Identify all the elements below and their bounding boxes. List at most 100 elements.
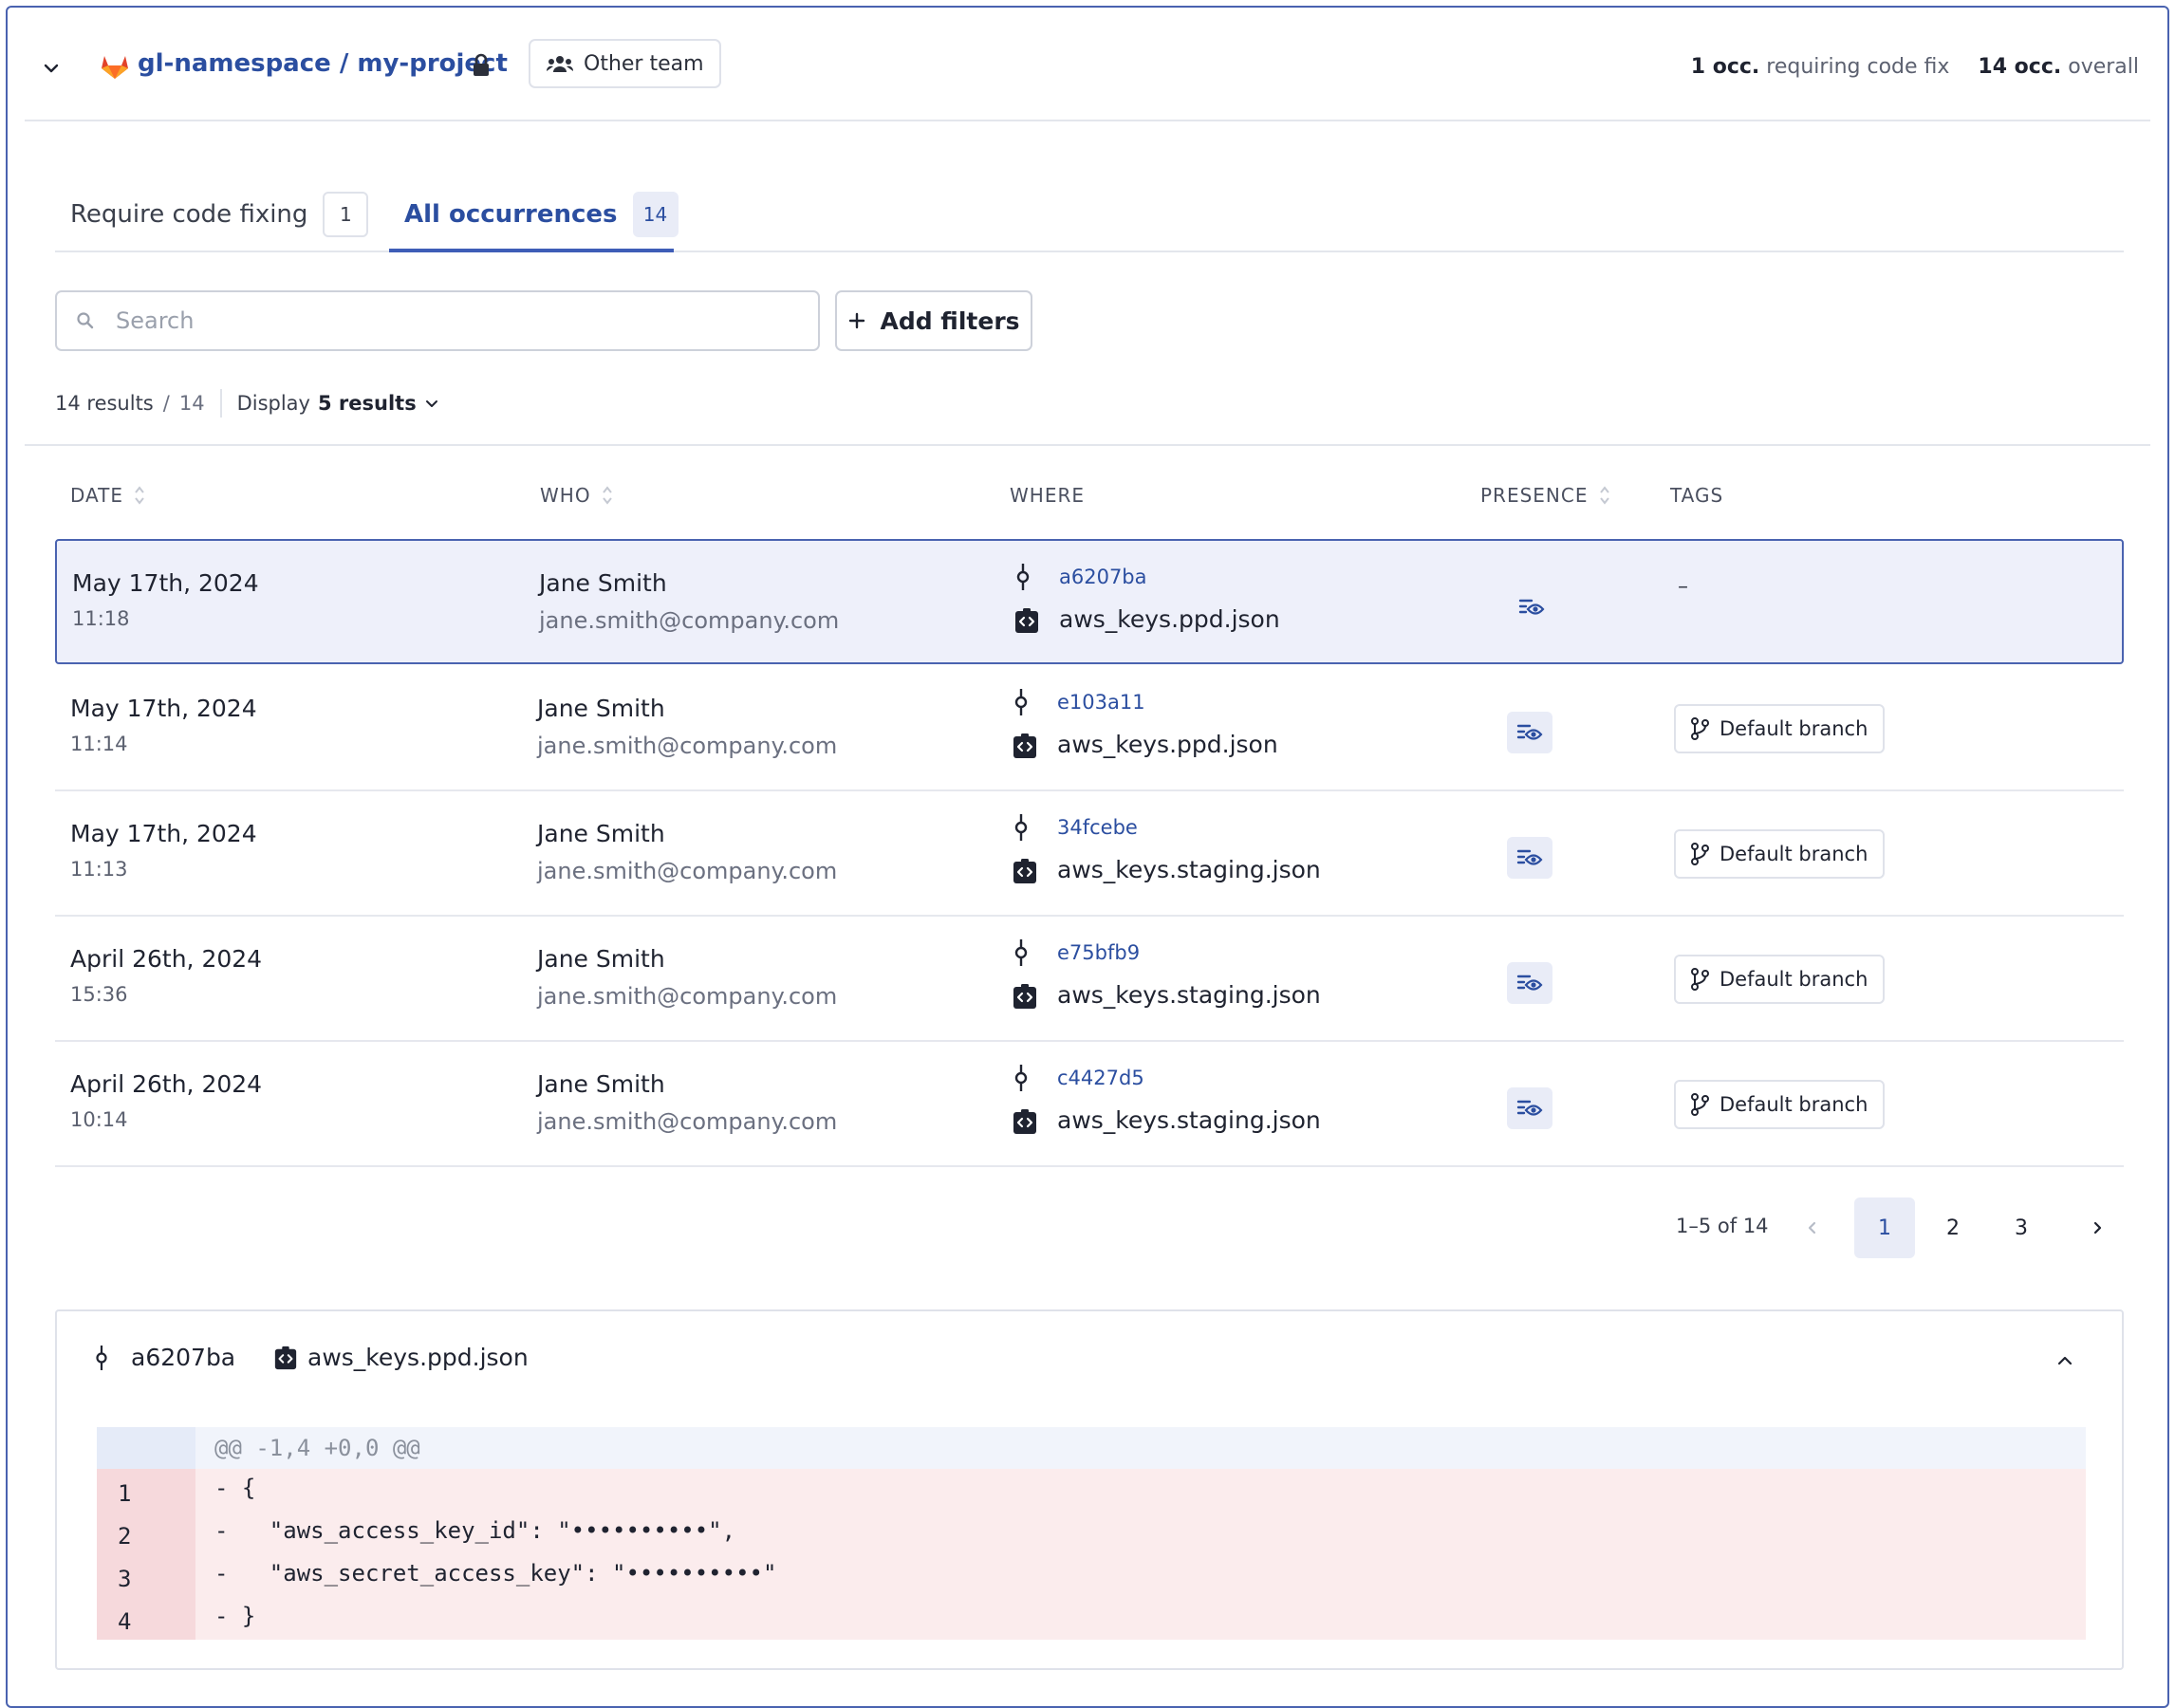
search-input[interactable] [116, 307, 761, 334]
occ-fix-count: 1 occ. [1690, 55, 1760, 79]
default-branch-tag[interactable]: Default branch [1674, 829, 1886, 879]
row-commit-link[interactable]: e103a11 [1057, 691, 1145, 714]
sort-icon[interactable] [1598, 484, 1611, 507]
sort-icon[interactable] [601, 484, 614, 507]
diff-removed-line: 2 - "aws_access_key_id": "••••••••••", [97, 1512, 2086, 1554]
row-author-name: Jane Smith [537, 695, 665, 722]
display-count-select[interactable]: Display 5 results [237, 392, 439, 415]
commit-icon [1013, 1065, 1029, 1091]
row-date: May 17th, 2024 [70, 695, 257, 722]
presence-eye-icon[interactable] [1507, 712, 1552, 753]
team-icon [546, 54, 574, 73]
column-header-date[interactable]: DATE [70, 484, 146, 507]
presence-eye-icon[interactable] [1507, 837, 1552, 879]
project-header: gl-namespace / my-project Other team 1 o… [8, 8, 2167, 121]
results-summary: 14 results / 14 Display 5 results [55, 389, 439, 418]
row-time: 11:13 [70, 858, 128, 881]
row-author-name: Jane Smith [539, 569, 667, 597]
table-row[interactable]: May 17th, 2024 11:13 Jane Smith jane.smi… [55, 791, 2124, 917]
column-header-presence[interactable]: PRESENCE [1480, 484, 1611, 507]
row-time: 10:14 [70, 1108, 128, 1131]
occurrences-panel: gl-namespace / my-project Other team 1 o… [6, 6, 2169, 1708]
column-header-who[interactable]: WHO [540, 484, 614, 507]
chevron-down-icon[interactable] [36, 53, 66, 84]
hunk-text: @@ -1,4 +0,0 @@ [214, 1435, 420, 1461]
results-separator [219, 389, 222, 418]
line-number: 1 [97, 1469, 195, 1512]
default-branch-tag[interactable]: Default branch [1674, 704, 1886, 753]
row-author-email: jane.smith@company.com [537, 733, 838, 759]
presence-eye-icon[interactable] [1507, 1087, 1552, 1129]
tag-label: Default branch [1720, 968, 1868, 991]
row-author-email: jane.smith@company.com [537, 983, 838, 1010]
gitlab-logo-icon [101, 53, 129, 80]
occ-fix-summary: 1 occ. requiring code fix [1691, 55, 1950, 79]
header-label: WHO [540, 484, 591, 507]
row-commit-link[interactable]: a6207ba [1059, 566, 1147, 588]
sort-icon[interactable] [133, 484, 146, 507]
file-code-icon [1012, 983, 1038, 1010]
line-number: 2 [97, 1512, 195, 1554]
line-text: - "aws_access_key_id": "••••••••••", [214, 1517, 736, 1544]
results-count: 14 results [55, 392, 154, 415]
row-file-name: aws_keys.staging.json [1057, 856, 1321, 883]
column-header-where: WHERE [1010, 484, 1085, 507]
commit-icon [1015, 564, 1031, 590]
header-divider [25, 120, 2150, 121]
branch-icon [1689, 842, 1710, 866]
tab-label: All occurrences [404, 200, 618, 229]
header-label: TAGS [1670, 484, 1724, 507]
project-name-link[interactable]: gl-namespace / my-project [138, 49, 508, 78]
line-text: - "aws_secret_access_key": "••••••••••" [214, 1560, 777, 1587]
row-commit-link[interactable]: c4427d5 [1057, 1067, 1144, 1089]
table-row[interactable]: May 17th, 2024 11:18 Jane Smith jane.smi… [55, 539, 2124, 664]
add-filters-label: Add filters [880, 306, 1020, 335]
team-badge[interactable]: Other team [529, 39, 721, 88]
diff-commit: a6207ba [131, 1344, 236, 1371]
branch-icon [1689, 967, 1710, 992]
table-row[interactable]: April 26th, 2024 10:14 Jane Smith jane.s… [55, 1042, 2124, 1167]
chevron-left-icon[interactable] [1782, 1197, 1843, 1258]
page-button-1[interactable]: 1 [1854, 1197, 1915, 1258]
occurrence-summary: 1 occ. requiring code fix 14 occ. overal… [1691, 55, 2139, 79]
diff-removed-line: 1 - { [97, 1469, 2086, 1512]
header-label: WHERE [1010, 484, 1085, 507]
tag-label: Default branch [1720, 843, 1868, 865]
row-file-name: aws_keys.staging.json [1057, 1106, 1321, 1134]
tab-all-occurrences[interactable]: All occurrences 14 [389, 178, 694, 251]
diff-hunk-header: @@ -1,4 +0,0 @@ [97, 1427, 2086, 1469]
default-branch-tag[interactable]: Default branch [1674, 1080, 1886, 1129]
row-author-name: Jane Smith [537, 1070, 665, 1098]
default-branch-tag[interactable]: Default branch [1674, 955, 1886, 1004]
page-button-2[interactable]: 2 [1923, 1197, 1983, 1258]
header-label: PRESENCE [1480, 484, 1589, 507]
diff-viewer: a6207ba aws_keys.ppd.json @@ -1,4 +0,0 @… [55, 1309, 2124, 1670]
tab-require-code-fixing[interactable]: Require code fixing 1 [55, 178, 383, 251]
add-filters-button[interactable]: Add filters [835, 290, 1032, 351]
tag-label: Default branch [1720, 717, 1868, 740]
occurrence-tabs: Require code fixing 1 All occurrences 14 [55, 178, 2124, 252]
row-date: April 26th, 2024 [70, 1070, 263, 1098]
row-tags-empty: – [1678, 575, 1688, 599]
table-row[interactable]: May 17th, 2024 11:14 Jane Smith jane.smi… [55, 666, 2124, 791]
row-author-name: Jane Smith [537, 945, 665, 973]
chevron-right-icon[interactable] [2067, 1197, 2128, 1258]
diff-removed-line: 3 - "aws_secret_access_key": "••••••••••… [97, 1554, 2086, 1597]
row-commit-link[interactable]: 34fcebe [1057, 816, 1138, 839]
occ-total-count: 14 occ. [1978, 55, 2062, 79]
page-button-3[interactable]: 3 [1991, 1197, 2052, 1258]
row-commit-link[interactable]: e75bfb9 [1057, 941, 1140, 964]
chevron-up-icon[interactable] [2050, 1346, 2080, 1376]
presence-eye-icon[interactable] [1507, 962, 1552, 1004]
column-header-tags: TAGS [1670, 484, 1723, 507]
table-row[interactable]: April 26th, 2024 15:36 Jane Smith jane.s… [55, 917, 2124, 1042]
row-file-name: aws_keys.ppd.json [1059, 605, 1280, 633]
line-text: - { [214, 1475, 256, 1501]
branch-icon [1689, 716, 1710, 741]
tab-count: 14 [632, 192, 679, 237]
row-date: May 17th, 2024 [70, 820, 257, 847]
search-icon [76, 311, 95, 330]
search-field[interactable] [55, 290, 820, 351]
row-date: May 17th, 2024 [72, 569, 259, 597]
file-code-icon [1012, 858, 1038, 884]
